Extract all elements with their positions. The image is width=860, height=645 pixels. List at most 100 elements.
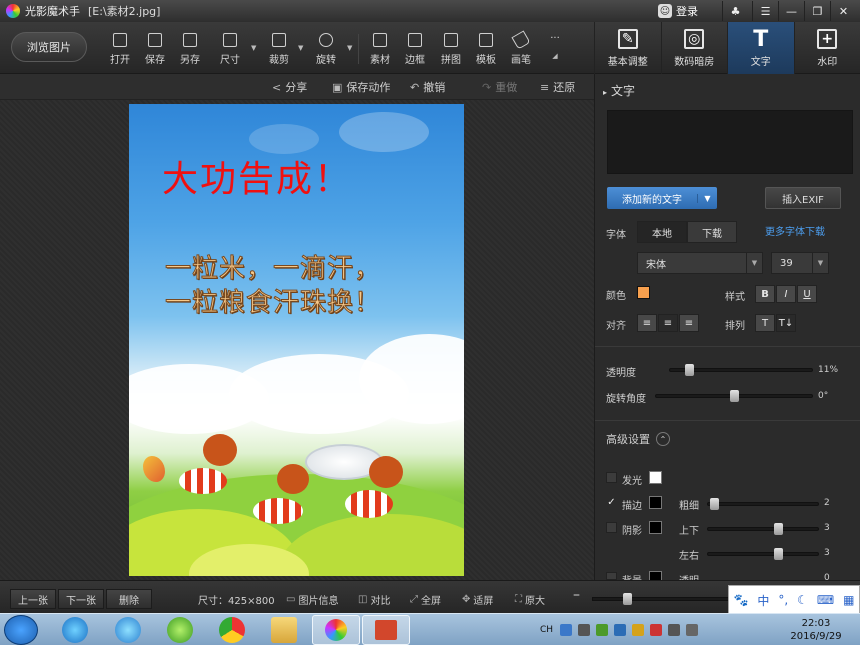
more-tools-button[interactable]: ··· ◢ [537,33,573,69]
folder-icon[interactable] [271,617,297,643]
display-tray-icon[interactable] [668,624,681,636]
ime-tray-icon[interactable] [560,624,573,636]
template-button[interactable]: 模板 [468,33,504,69]
volume-icon[interactable] [686,624,699,636]
edited-photo[interactable]: 大功告成！ 一粒米，一滴汗， 一粒粮食汗珠换！ [129,104,464,576]
save-action-button[interactable]: ▣ 保存动作 [332,79,390,95]
resize-button[interactable]: 尺寸 [212,33,248,69]
help-tray-icon[interactable] [578,624,591,636]
network-tray-icon[interactable] [614,624,627,636]
photo-text-line-1[interactable]: 一粒米，一滴汗， [164,248,381,285]
text-color-swatch[interactable] [637,286,650,299]
opacity-slider-handle[interactable] [685,364,694,376]
skin-icon[interactable]: ♣ [722,1,748,21]
compare-button[interactable]: ◫ 对比 [358,592,390,607]
font-size-select[interactable]: 39 ▼ [771,252,829,274]
prev-image-button[interactable]: 上一张 [10,589,56,609]
ime-language[interactable]: 中 [757,592,769,609]
more-fonts-link[interactable]: 更多字体下载 [765,223,825,238]
undo-button[interactable]: ↶ 撤销 [410,79,445,95]
restore-button[interactable]: ≡ 还原 [540,79,575,95]
advanced-settings-header[interactable]: 高级设置 ⌃ [606,431,670,447]
photo-text-line-2[interactable]: 一粒粮食汗珠换！ [164,282,381,319]
glow-checkbox[interactable] [606,472,617,483]
stroke-checkbox[interactable]: ✓ [606,497,617,508]
tab-text[interactable]: T 文字 [727,22,794,74]
brush-button[interactable]: 画笔 [503,30,539,69]
tab-darkroom[interactable]: ◎ 数码暗房 [660,22,728,74]
zoom-slider[interactable] [592,593,732,605]
crop-dropdown-icon[interactable]: ▼ [298,44,303,52]
menu-icon[interactable]: ☰ [752,1,778,21]
horizontal-text-icon[interactable]: T [755,314,775,332]
shadow-checkbox[interactable] [606,522,617,533]
insert-exif-button[interactable]: 插入EXIF [765,187,841,209]
crop-button[interactable]: 裁剪 [261,33,297,69]
align-right-icon[interactable]: ≡ [679,314,699,332]
app-tray-icon[interactable] [632,624,645,636]
italic-button[interactable]: I [776,285,796,303]
zoom-out-icon[interactable]: – [573,587,580,603]
glow-color-swatch[interactable] [649,471,662,484]
border-button[interactable]: 边框 [397,33,433,69]
stroke-color-swatch[interactable] [649,496,662,509]
minimize-button[interactable]: — [778,1,804,21]
share-button[interactable]: < 分享 [272,79,307,95]
green-browser-icon[interactable] [167,617,193,643]
shadow-color-swatch[interactable] [649,521,662,534]
start-button[interactable] [4,615,38,645]
antivirus-tray-icon[interactable] [650,624,663,636]
collage-button[interactable]: 拼图 [433,33,469,69]
ie-icon[interactable] [62,617,88,643]
close-button[interactable]: ✕ [830,1,856,21]
redo-button[interactable]: ↷ 重做 [482,79,517,95]
add-new-text-button[interactable]: 添加新的文字 ▼ [607,187,717,209]
punctuation-icon[interactable]: °, [778,593,788,607]
tab-watermark[interactable]: + 水印 [793,22,860,74]
rotation-slider-handle[interactable] [730,390,739,402]
login-button[interactable]: ☺ 登录 [658,2,698,20]
add-text-dropdown-icon[interactable]: ▼ [697,193,717,203]
tab-basic-adjust[interactable]: ✎ 基本调整 [594,22,661,74]
leftright-slider-handle[interactable] [774,548,783,560]
opacity-slider[interactable] [669,364,813,376]
fullscreen-button[interactable]: ⤢ 全屏 [410,592,441,607]
browser-icon[interactable] [115,617,141,643]
delete-image-button[interactable]: 删除 [106,589,152,609]
updown-slider-handle[interactable] [774,523,783,535]
language-indicator[interactable]: CH [540,625,553,635]
maximize-button[interactable]: ❐ [804,1,830,21]
moon-icon[interactable]: ☾ [797,593,808,607]
open-button[interactable]: 打开 [102,33,138,69]
ime-toolbar[interactable]: 🐾 中 °, ☾ ⌨ ▦ [728,585,860,615]
zoom-slider-handle[interactable] [623,593,632,605]
browse-images-button[interactable]: 浏览图片 [11,32,87,62]
save-as-button[interactable]: 另存 [172,33,208,69]
rotate-button[interactable]: 旋转 [308,33,344,69]
image-canvas[interactable]: 大功告成！ 一粒米，一滴汗， 一粒粮食汗珠换！ [0,100,594,580]
material-button[interactable]: 素材 [362,33,398,69]
updown-slider[interactable] [707,523,819,535]
photo-headline-text[interactable]: 大功告成！ [162,150,352,202]
align-center-icon[interactable]: ≡ [658,314,678,332]
original-size-button[interactable]: ⛶ 原大 [515,592,545,607]
resize-dropdown-icon[interactable]: ▼ [251,44,256,52]
fit-screen-button[interactable]: ✥ 适屏 [462,592,493,607]
text-input-area[interactable] [607,110,853,174]
vertical-text-icon[interactable]: T↓ [776,314,796,332]
font-local-tab[interactable]: 本地 [637,221,687,243]
background-checkbox[interactable] [606,572,617,580]
chrome-icon[interactable] [219,617,245,643]
taskbar-clock[interactable]: 22:03 2016/9/29 [786,617,846,643]
taskbar-app-photo-editor[interactable] [312,615,360,645]
image-info-button[interactable]: ▭ 图片信息 [286,592,338,607]
next-image-button[interactable]: 下一张 [58,589,104,609]
underline-button[interactable]: U [797,285,817,303]
thickness-slider-handle[interactable] [710,498,719,510]
rotate-dropdown-icon[interactable]: ▼ [347,44,352,52]
bold-button[interactable]: B [755,285,775,303]
font-download-tab[interactable]: 下载 [687,221,737,243]
grid-icon[interactable]: ▦ [843,593,854,607]
font-family-select[interactable]: 宋体 ▼ [637,252,763,274]
security-tray-icon[interactable] [596,624,609,636]
